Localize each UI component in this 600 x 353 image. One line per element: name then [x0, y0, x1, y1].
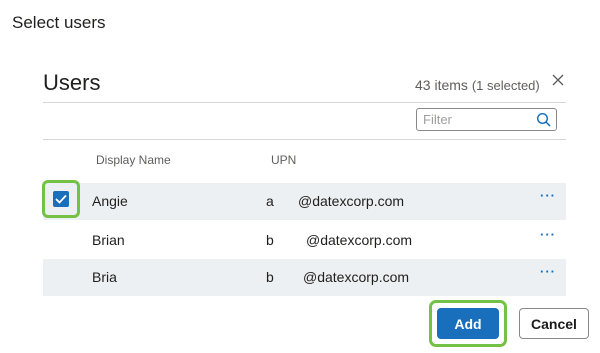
- divider: [43, 139, 566, 140]
- more-options-icon[interactable]: ···: [540, 227, 556, 242]
- divider: [43, 102, 566, 103]
- user-upn-prefix: b: [266, 232, 274, 248]
- row-select-checkbox[interactable]: [53, 191, 69, 207]
- table-row[interactable]: Brian b @datexcorp.com ···: [43, 222, 566, 259]
- item-count-selected: (1 selected): [471, 78, 540, 93]
- user-display-name: Brian: [92, 232, 125, 248]
- more-options-icon[interactable]: ···: [540, 188, 556, 203]
- table-row[interactable]: Angie a @datexcorp.com ···: [43, 183, 566, 220]
- user-upn-domain: @datexcorp.com: [306, 232, 413, 248]
- item-count: 43 items (1 selected): [415, 77, 540, 93]
- user-upn-prefix: a: [266, 193, 274, 209]
- user-upn-domain: @datexcorp.com: [298, 193, 405, 209]
- cancel-button[interactable]: Cancel: [519, 308, 589, 339]
- column-header-upn[interactable]: UPN: [271, 153, 296, 167]
- user-upn-prefix: b: [266, 269, 274, 285]
- dialog-title: Select users: [12, 13, 106, 32]
- filter-input[interactable]: [417, 109, 533, 130]
- add-button[interactable]: Add: [437, 308, 499, 339]
- column-header-display-name[interactable]: Display Name: [96, 153, 171, 167]
- user-display-name: Bria: [92, 269, 117, 285]
- table-row[interactable]: Bria b @datexcorp.com ···: [43, 259, 566, 296]
- user-display-name: Angie: [92, 193, 128, 209]
- select-users-dialog: Select users Users 43 items (1 selected)…: [0, 0, 600, 353]
- search-icon[interactable]: [536, 112, 551, 127]
- filter-box[interactable]: [416, 108, 557, 131]
- more-options-icon[interactable]: ···: [540, 264, 556, 279]
- item-count-total: 43 items: [415, 77, 468, 93]
- panel-title: Users: [43, 70, 101, 95]
- checkmark-icon: [55, 194, 67, 204]
- user-upn-domain: @datexcorp.com: [303, 269, 410, 285]
- close-icon[interactable]: [551, 73, 565, 87]
